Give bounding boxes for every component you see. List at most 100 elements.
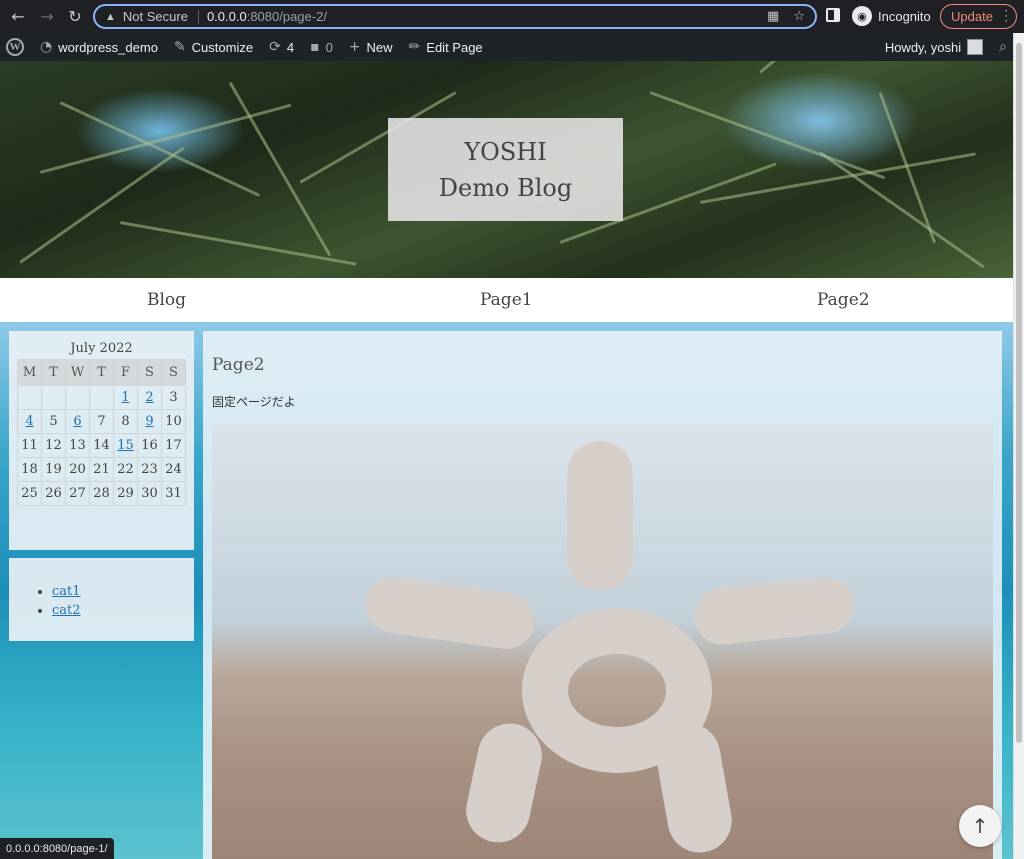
customize-link[interactable]: ✎ Customize xyxy=(166,33,261,61)
calendar-day: 7 xyxy=(89,409,114,434)
calendar-day: 26 xyxy=(41,481,66,506)
site-title[interactable]: YOSHI Demo Blog xyxy=(388,118,623,221)
calendar-day: 30 xyxy=(137,481,162,506)
calendar-day-link[interactable]: 6 xyxy=(73,414,81,429)
url-host: 0.0.0.0 xyxy=(206,9,247,24)
dashboard-icon: ◔ xyxy=(40,39,53,55)
scrollbar-thumb[interactable] xyxy=(1016,43,1022,743)
update-label: Update xyxy=(951,9,993,24)
category-link-cat1[interactable]: cat1 xyxy=(52,584,81,599)
menu-item-page2[interactable]: Page2 xyxy=(817,290,870,310)
palm-frond xyxy=(759,61,930,74)
starfish-arm-left xyxy=(361,573,539,653)
updates-icon: ⟳ xyxy=(269,39,281,55)
calendar-day: 28 xyxy=(89,481,114,506)
plus-icon: + xyxy=(348,39,361,55)
avatar[interactable] xyxy=(967,39,984,55)
calendar-day[interactable]: 15 xyxy=(113,433,138,458)
incognito-icon: ◉ xyxy=(852,6,872,26)
site-title-line-2: Demo Blog xyxy=(438,173,573,202)
arrow-up-icon: ↑ xyxy=(971,814,989,838)
calendar-day-link[interactable]: 2 xyxy=(145,390,153,405)
pencil-icon: ✏ xyxy=(408,39,421,55)
warning-triangle-icon: ▲ xyxy=(105,10,116,23)
incognito-label: Incognito xyxy=(878,8,931,24)
calendar-widget: July 2022 MTWTFSS 1 2 3 4 5 6 7 8 9 10 11 12 13 14 15 1… xyxy=(9,331,194,550)
calendar-day: 18 xyxy=(17,457,42,482)
reload-button[interactable]: ↻ xyxy=(61,2,89,30)
update-button[interactable]: Update · · · xyxy=(940,4,1017,29)
calendar-day: 27 xyxy=(65,481,90,506)
wordpress-logo-icon: W xyxy=(6,38,24,56)
side-panel-icon[interactable] xyxy=(826,8,840,22)
bookmark-star-icon[interactable]: ☆ xyxy=(793,9,805,24)
calendar-day: 25 xyxy=(17,481,42,506)
menu-item-page1[interactable]: Page1 xyxy=(480,290,533,310)
calendar-day-link[interactable]: 9 xyxy=(145,414,153,429)
calendar-week-row: 25 26 27 28 29 30 31 xyxy=(17,481,186,506)
calendar-day[interactable]: 2 xyxy=(137,385,162,410)
calendar-day: 21 xyxy=(89,457,114,482)
calendar-day: 10 xyxy=(161,409,186,434)
incognito-indicator[interactable]: ◉ Incognito xyxy=(852,6,931,26)
calendar-day: 17 xyxy=(161,433,186,458)
calendar-empty-cell xyxy=(41,385,66,410)
kebab-menu-icon[interactable]: · · · xyxy=(1004,6,1008,27)
site-name-link[interactable]: ◔ wordpress_demo xyxy=(32,33,166,61)
arrow-right-icon: → xyxy=(40,6,54,26)
calendar-week-row: 4 5 6 7 8 9 10 xyxy=(17,409,186,434)
starfish-arm-right xyxy=(691,574,857,648)
forward-button[interactable]: → xyxy=(33,2,61,30)
calendar-day: 24 xyxy=(161,457,186,482)
category-link-cat2[interactable]: cat2 xyxy=(52,603,81,618)
wp-admin-bar: W ◔ wordpress_demo ✎ Customize ⟳ 4 ▪ 0 +… xyxy=(0,33,1013,61)
calendar-day: 23 xyxy=(137,457,162,482)
calendar-day[interactable]: 4 xyxy=(17,409,42,434)
updates-link[interactable]: ⟳ 4 xyxy=(261,33,302,61)
site-header: YOSHI Demo Blog xyxy=(0,61,1013,278)
account-menu[interactable]: Howdy, yoshi xyxy=(885,40,961,55)
calendar-day-link[interactable]: 4 xyxy=(25,414,33,429)
starfish-arm-top xyxy=(567,441,633,591)
category-list: cat1 cat2 xyxy=(52,582,81,620)
calendar-day[interactable]: 9 xyxy=(137,409,162,434)
calendar-day-link[interactable]: 15 xyxy=(117,438,134,453)
calendar-day: 5 xyxy=(41,409,66,434)
address-bar[interactable]: ▲ Not Secure 0.0.0.0 :8080/page-2/ ▦ ☆ xyxy=(93,4,817,29)
calendar-day: 13 xyxy=(65,433,90,458)
brush-icon: ✎ xyxy=(173,39,186,55)
calendar-weekday: S xyxy=(137,359,162,386)
browser-toolbar: ← → ↻ ▲ Not Secure 0.0.0.0 :8080/page-2/… xyxy=(0,0,1024,33)
qr-code-icon[interactable]: ▦ xyxy=(767,9,779,24)
calendar-day: 11 xyxy=(17,433,42,458)
comments-link[interactable]: ▪ 0 xyxy=(302,33,341,61)
palm-frond xyxy=(39,103,292,174)
back-button[interactable]: ← xyxy=(4,2,32,30)
search-icon[interactable]: ⌕ xyxy=(999,39,1007,55)
page-scrollbar[interactable] xyxy=(1013,33,1024,859)
categories-widget: cat1 cat2 xyxy=(9,558,194,641)
calendar-day[interactable]: 1 xyxy=(113,385,138,410)
calendar-day: 14 xyxy=(89,433,114,458)
calendar-day: 12 xyxy=(41,433,66,458)
security-status: Not Secure xyxy=(122,9,188,24)
new-content-link[interactable]: + New xyxy=(341,33,401,61)
back-to-top-button[interactable]: ↑ xyxy=(959,805,1001,847)
wp-logo-menu[interactable]: W xyxy=(0,33,32,61)
site-title-line-1: YOSHI xyxy=(464,137,547,166)
edit-page-link[interactable]: ✏ Edit Page xyxy=(401,33,491,61)
comment-icon: ▪ xyxy=(310,39,320,55)
starfish-center xyxy=(522,608,712,773)
palm-frond xyxy=(19,146,185,264)
menu-item-blog[interactable]: Blog xyxy=(147,290,186,310)
calendar-day: 19 xyxy=(41,457,66,482)
calendar-caption: July 2022 xyxy=(70,341,133,356)
calendar-weekday: S xyxy=(161,359,186,386)
calendar-day[interactable]: 6 xyxy=(65,409,90,434)
calendar-week-row: 18 19 20 21 22 23 24 xyxy=(17,457,186,482)
starfish-photo xyxy=(212,423,993,859)
arrow-left-icon: ← xyxy=(11,6,25,26)
calendar-weekday: F xyxy=(113,359,138,386)
calendar-day: 8 xyxy=(113,409,138,434)
calendar-day-link[interactable]: 1 xyxy=(121,390,129,405)
